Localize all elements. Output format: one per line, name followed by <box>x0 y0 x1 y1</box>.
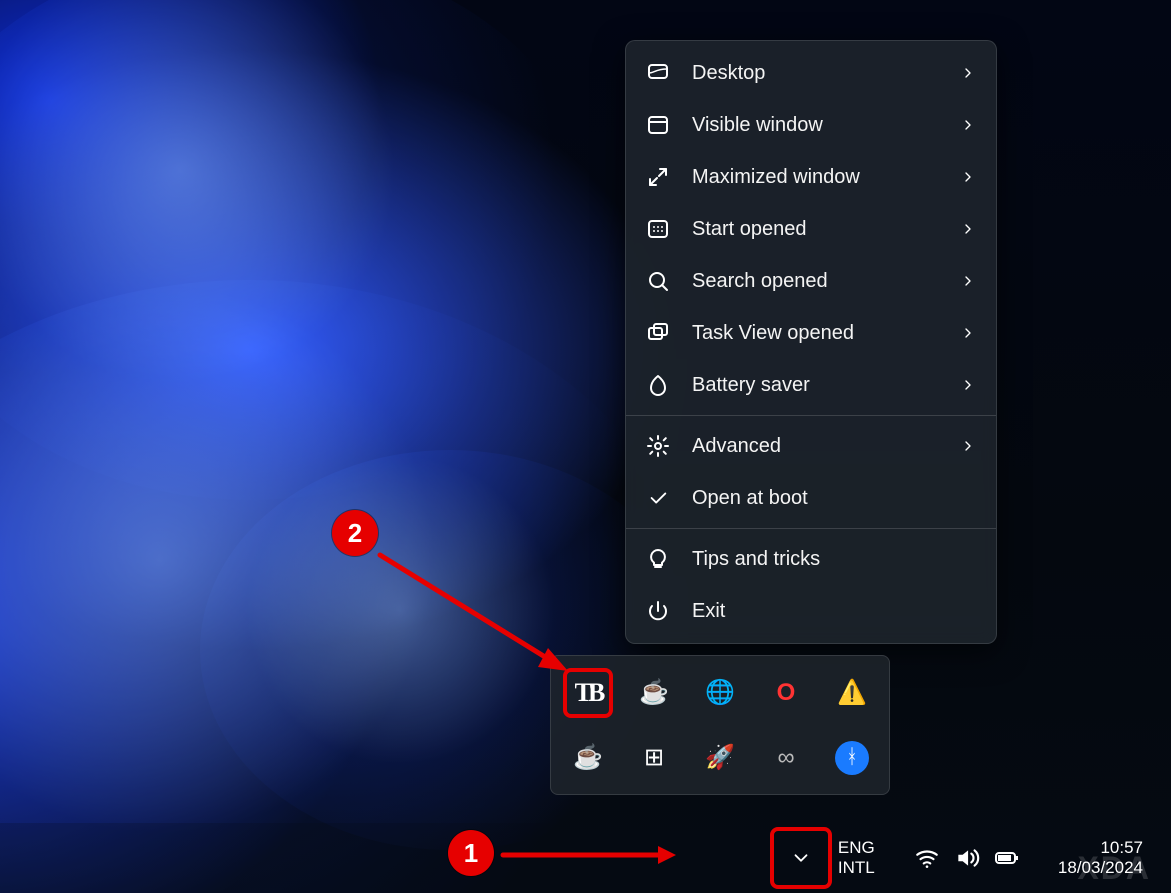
tray-app-bluetooth[interactable]: ᚼ <box>835 741 869 775</box>
menu-item-exit[interactable]: Exit <box>626 585 996 637</box>
tb-logo-icon: TB <box>575 678 602 708</box>
chevron-down-icon <box>790 847 812 869</box>
tray-app-8[interactable]: 🚀 <box>697 735 743 781</box>
chevron-right-icon <box>958 325 978 341</box>
menu-item-tips-tricks[interactable]: Tips and tricks <box>626 533 996 585</box>
tray-overflow-panel: TB ☕ 🌐 O ⚠️ ☕ ⊞ 🚀 ∞ ᚼ <box>550 655 890 795</box>
volume-icon[interactable] <box>950 841 984 875</box>
lightbulb-icon <box>644 545 672 573</box>
menu-item-label: Advanced <box>692 435 958 458</box>
menu-item-start-opened[interactable]: Start opened <box>626 203 996 255</box>
menu-item-label: Desktop <box>692 62 958 85</box>
chevron-right-icon <box>958 117 978 133</box>
annotation-badge-1: 1 <box>448 830 494 876</box>
battery-icon[interactable] <box>990 841 1024 875</box>
tray-app-7[interactable]: ⊞ <box>631 735 677 781</box>
menu-item-label: Open at boot <box>692 487 978 510</box>
power-icon <box>644 597 672 625</box>
leaf-icon <box>644 371 672 399</box>
taskbar: ENG INTL 10:57 18/03/2024 <box>0 823 1171 893</box>
menu-item-label: Task View opened <box>692 322 958 345</box>
menu-item-label: Exit <box>692 600 978 623</box>
menu-item-open-at-boot[interactable]: Open at boot <box>626 472 996 524</box>
chevron-right-icon <box>958 169 978 185</box>
tray-app-translucenttb[interactable]: TB <box>565 670 611 716</box>
menu-item-label: Visible window <box>692 114 958 137</box>
menu-separator <box>626 528 996 529</box>
app-icon: ☕ <box>639 678 669 707</box>
menu-item-label: Battery saver <box>692 374 958 397</box>
chevron-right-icon <box>958 438 978 454</box>
app-icon: 🚀 <box>705 743 735 772</box>
window-icon <box>644 111 672 139</box>
menu-item-label: Search opened <box>692 270 958 293</box>
tray-overflow-button[interactable] <box>772 829 830 887</box>
tray-app-context-menu: Desktop Visible window Maximized window … <box>625 40 997 644</box>
app-icon: ⚠️ <box>837 678 867 707</box>
checkmark-icon <box>644 484 672 512</box>
menu-item-label: Start opened <box>692 218 958 241</box>
chevron-right-icon <box>958 221 978 237</box>
menu-separator <box>626 415 996 416</box>
wifi-icon[interactable] <box>910 841 944 875</box>
language-line1: ENG <box>838 838 898 858</box>
chevron-right-icon <box>958 377 978 393</box>
menu-item-battery-saver[interactable]: Battery saver <box>626 359 996 411</box>
tray-app-3[interactable]: 🌐 <box>697 670 743 716</box>
menu-item-desktop[interactable]: Desktop <box>626 47 996 99</box>
chevron-right-icon <box>958 273 978 289</box>
bluetooth-icon: ᚼ <box>846 746 858 769</box>
desktop-icon <box>644 59 672 87</box>
language-indicator[interactable]: ENG INTL <box>838 838 898 877</box>
tray-app-6[interactable]: ☕ <box>565 735 611 781</box>
app-icon: 🌐 <box>705 678 735 707</box>
menu-item-maximized-window[interactable]: Maximized window <box>626 151 996 203</box>
gear-icon <box>644 432 672 460</box>
app-icon: O <box>777 679 796 707</box>
menu-item-label: Maximized window <box>692 166 958 189</box>
menu-item-advanced[interactable]: Advanced <box>626 420 996 472</box>
tray-app-2[interactable]: ☕ <box>631 670 677 716</box>
watermark: XDA <box>1077 850 1151 887</box>
tray-app-4[interactable]: O <box>763 670 809 716</box>
app-icon: ∞ <box>777 744 794 772</box>
app-icon: ⊞ <box>644 743 664 772</box>
menu-item-taskview-opened[interactable]: Task View opened <box>626 307 996 359</box>
search-icon <box>644 267 672 295</box>
taskview-icon <box>644 319 672 347</box>
start-grid-icon <box>644 215 672 243</box>
menu-item-label: Tips and tricks <box>692 548 978 571</box>
menu-item-search-opened[interactable]: Search opened <box>626 255 996 307</box>
language-line2: INTL <box>838 858 898 878</box>
tray-app-9[interactable]: ∞ <box>763 735 809 781</box>
tray-app-5[interactable]: ⚠️ <box>829 670 875 716</box>
app-icon: ☕ <box>573 743 603 772</box>
chevron-right-icon <box>958 65 978 81</box>
annotation-badge-2: 2 <box>332 510 378 556</box>
maximize-icon <box>644 163 672 191</box>
menu-item-visible-window[interactable]: Visible window <box>626 99 996 151</box>
